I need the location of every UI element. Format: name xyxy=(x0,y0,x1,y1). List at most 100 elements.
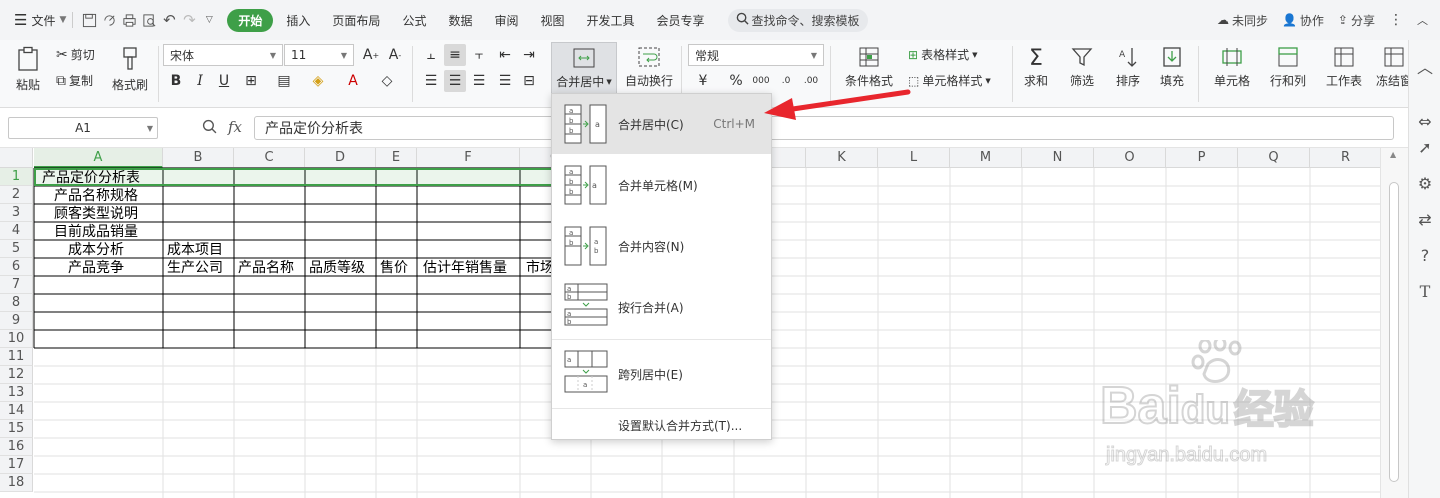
table-style-button[interactable]: ⊞ 表格样式 ▼ xyxy=(908,46,977,63)
number-format-select[interactable]: 常规 ▼ xyxy=(688,44,824,66)
italic-icon[interactable]: I xyxy=(189,70,211,92)
cell-a5[interactable]: 成本分析 xyxy=(68,240,124,258)
tab-view[interactable]: 视图 xyxy=(531,8,573,33)
worksheet-button[interactable]: 工作表 xyxy=(1318,46,1370,89)
zoom-formula-icon[interactable] xyxy=(202,119,217,137)
cut-button[interactable]: ✂ 剪切 xyxy=(56,46,95,63)
sync-button[interactable]: ☁ 未同步 xyxy=(1217,12,1268,29)
currency-icon[interactable]: ¥ xyxy=(692,70,714,92)
share-button[interactable]: ⇪ 分享 xyxy=(1338,12,1375,29)
sort-button[interactable]: A 排序 xyxy=(1108,46,1148,89)
justify-icon[interactable]: ☰ xyxy=(494,70,516,92)
row-header[interactable]: 6 xyxy=(0,258,33,276)
font-size-select[interactable]: 11 ▼ xyxy=(284,44,354,66)
tab-page-layout[interactable]: 页面布局 xyxy=(323,8,389,33)
merge-content-item[interactable]: ab ab 合并内容(N) xyxy=(552,216,771,276)
row-header[interactable]: 9 xyxy=(0,312,33,330)
row-header[interactable]: 2 xyxy=(0,186,33,204)
scroll-up-icon[interactable]: ▲ xyxy=(1390,150,1396,159)
filter-button[interactable]: 筛选 xyxy=(1062,46,1102,89)
percent-icon[interactable]: % xyxy=(725,70,747,92)
cell-a2[interactable]: 产品名称规格 xyxy=(54,186,138,204)
align-bottom-icon[interactable]: ⫟ xyxy=(468,44,490,66)
align-center-icon[interactable]: ☰ xyxy=(444,70,466,92)
default-merge-item[interactable]: 设置默认合并方式(T)... xyxy=(552,412,771,438)
font-color-icon[interactable]: A xyxy=(342,70,364,92)
cell-b6[interactable]: 生产公司 xyxy=(167,258,223,276)
tab-data[interactable]: 数据 xyxy=(439,8,481,33)
row-header[interactable]: 7 xyxy=(0,276,33,294)
customize-icon[interactable]: ▽ xyxy=(199,10,219,30)
cell-f6[interactable]: 估计年销售量 xyxy=(423,258,507,276)
row-header[interactable]: 8 xyxy=(0,294,33,312)
indent-decrease-icon[interactable]: ⇤ xyxy=(494,44,516,66)
row-header[interactable]: 18 xyxy=(0,474,33,492)
row-header[interactable]: 10 xyxy=(0,330,33,348)
underline-icon[interactable]: U xyxy=(213,70,235,92)
help-icon[interactable]: ? xyxy=(1409,246,1440,265)
transform-icon[interactable]: ⇄ xyxy=(1409,210,1440,229)
row-header[interactable]: 13 xyxy=(0,384,33,402)
clear-format-icon[interactable]: ◇ xyxy=(376,70,398,92)
fill-button[interactable]: 填充 xyxy=(1152,46,1192,89)
center-across-item[interactable]: a a 跨列居中(E) xyxy=(552,342,771,406)
undo-icon[interactable]: ↶ xyxy=(159,10,179,30)
row-header[interactable]: 11 xyxy=(0,348,33,366)
bold-icon[interactable]: B xyxy=(165,70,187,92)
fx-icon[interactable]: fx xyxy=(228,118,242,136)
cell-d6[interactable]: 品质等级 xyxy=(309,258,365,276)
tab-developer[interactable]: 开发工具 xyxy=(578,8,644,33)
save-icon[interactable] xyxy=(79,10,99,30)
align-middle-icon[interactable]: ≡ xyxy=(444,44,466,66)
row-header[interactable]: 3 xyxy=(0,204,33,222)
hscroll-icon[interactable]: ⇔ xyxy=(1409,112,1440,131)
file-menu[interactable]: ☰ 文件 ▼ xyxy=(14,11,66,29)
print-icon[interactable] xyxy=(119,10,139,30)
distributed-icon[interactable]: ⊟ xyxy=(518,70,540,92)
border-icon[interactable]: ⊞ xyxy=(240,70,262,92)
redo-icon[interactable]: ↷ xyxy=(179,10,199,30)
text-icon[interactable]: T xyxy=(1409,282,1440,301)
cell-c6[interactable]: 产品名称 xyxy=(238,258,294,276)
cell-a6[interactable]: 产品竞争 xyxy=(68,258,124,276)
font-name-select[interactable]: 宋体 ▼ xyxy=(163,44,283,66)
tab-home[interactable]: 开始 xyxy=(227,8,274,32)
align-left-icon[interactable]: ☰ xyxy=(420,70,442,92)
format-painter-button[interactable]: 格式刷 xyxy=(108,46,152,93)
collapse-ribbon-icon[interactable]: ︿ xyxy=(1417,12,1428,28)
merge-center-button[interactable]: 合并居中 ▼ xyxy=(551,42,617,94)
row-header[interactable]: 12 xyxy=(0,366,33,384)
tab-review[interactable]: 审阅 xyxy=(485,8,527,33)
cell-a3[interactable]: 顾客类型说明 xyxy=(54,204,138,222)
sum-button[interactable]: Σ 求和 xyxy=(1018,46,1054,89)
collab-button[interactable]: 👤 协作 xyxy=(1282,12,1324,29)
merge-by-row-item[interactable]: ab ab 按行合并(A) xyxy=(552,277,771,337)
settings-sliders-icon[interactable]: ⚙ xyxy=(1409,174,1440,193)
select-pointer-icon[interactable]: ➚ xyxy=(1409,138,1440,157)
cell-g6[interactable]: 市场 xyxy=(526,258,554,276)
tab-insert[interactable]: 插入 xyxy=(277,8,319,33)
cell-a4[interactable]: 目前成品销量 xyxy=(54,222,138,240)
font-shrink-icon[interactable]: A- xyxy=(384,44,406,66)
vertical-scrollbar[interactable]: ▲ xyxy=(1380,148,1408,498)
row-header[interactable]: 4 xyxy=(0,222,33,240)
copy-button[interactable]: ⧉ 复制 xyxy=(56,72,93,89)
collapse-icon[interactable]: ︿ xyxy=(1409,54,1440,78)
row-header[interactable]: 16 xyxy=(0,438,33,456)
name-box[interactable]: A1 ▼ xyxy=(8,117,158,139)
export-icon[interactable] xyxy=(99,10,119,30)
tab-member[interactable]: 会员专享 xyxy=(648,8,714,33)
paste-button[interactable]: 粘贴 xyxy=(10,46,46,93)
row-header[interactable]: 1 xyxy=(0,168,33,186)
row-header[interactable]: 17 xyxy=(0,456,33,474)
merge-cells-item[interactable]: abb a 合并单元格(M) xyxy=(552,155,771,215)
cell-style-button[interactable]: ⬚ 单元格样式 ▼ xyxy=(908,72,991,89)
more-icon[interactable]: ⋮ xyxy=(1389,12,1403,28)
cell-e6[interactable]: 售价 xyxy=(380,258,408,276)
row-header[interactable]: 5 xyxy=(0,240,33,258)
indent-increase-icon[interactable]: ⇥ xyxy=(518,44,540,66)
merge-center-item[interactable]: abb a 合并居中(C) Ctrl+M xyxy=(552,94,771,154)
command-search[interactable]: 查找命令、搜索模板 xyxy=(727,8,868,32)
align-top-icon[interactable]: ⫠ xyxy=(420,44,442,66)
cells-button[interactable]: 单元格 xyxy=(1206,46,1258,89)
